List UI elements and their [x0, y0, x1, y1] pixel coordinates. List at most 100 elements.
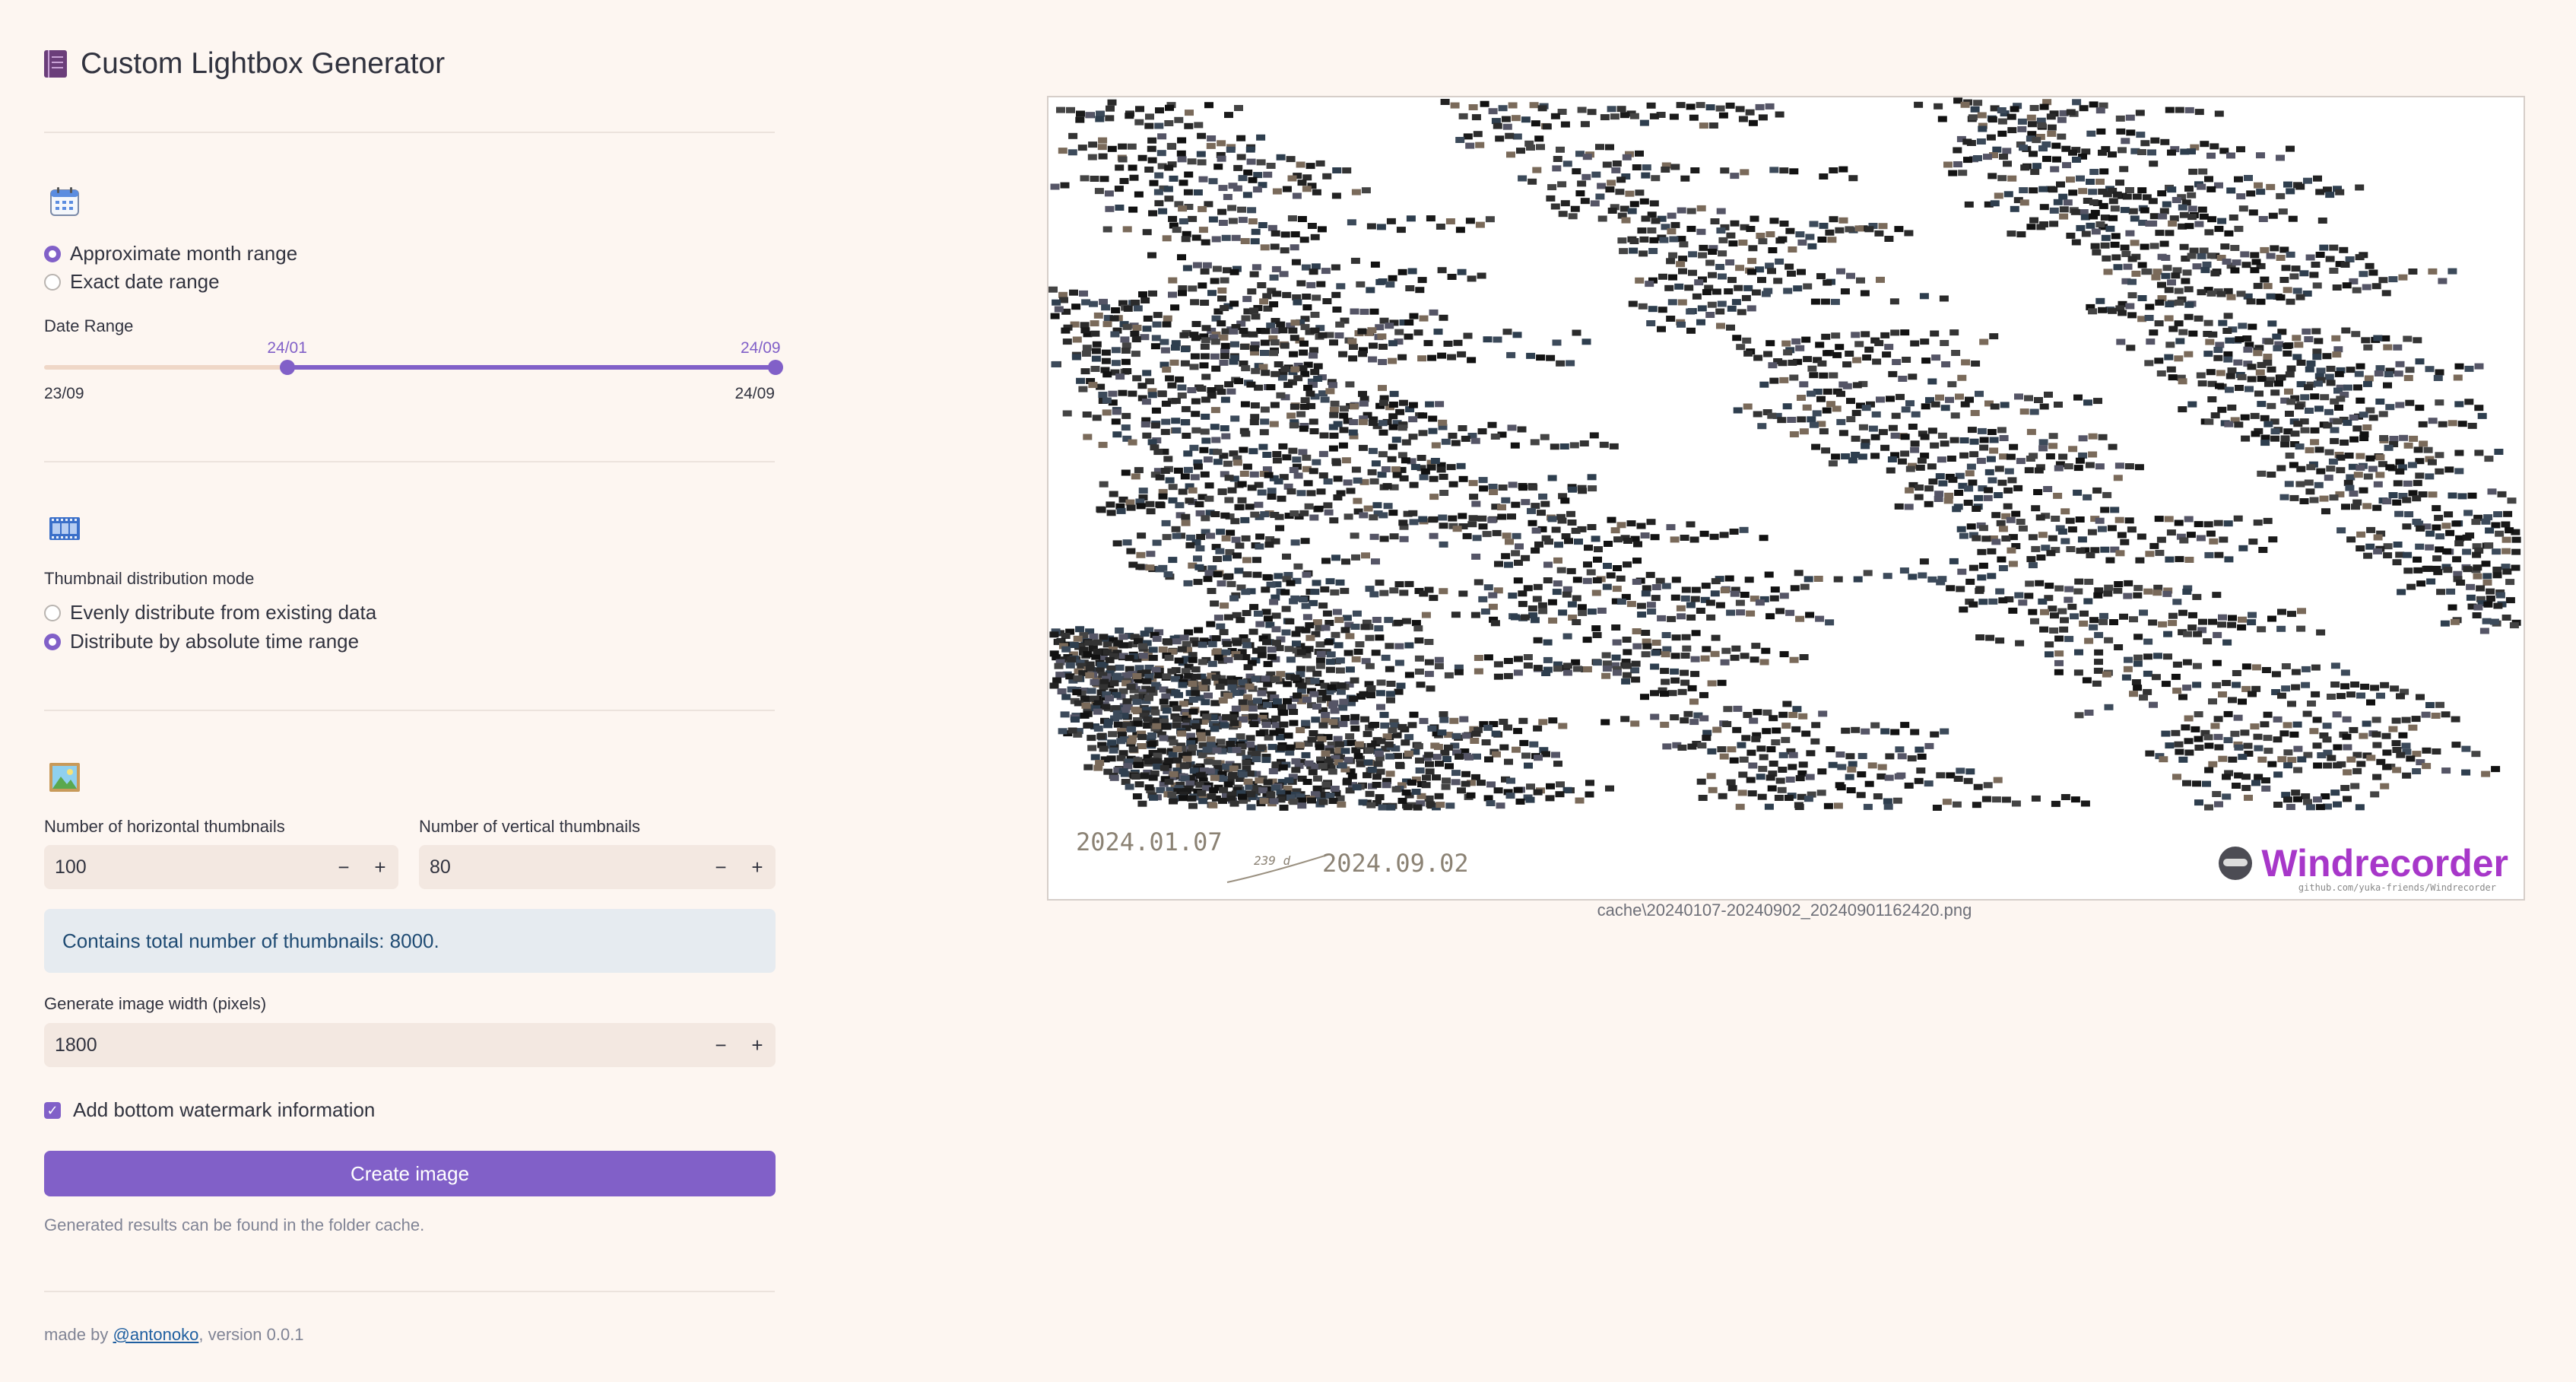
thumbnail-tile [1749, 717, 1759, 724]
thumbnail-tile [1272, 457, 1282, 464]
thumbnail-tile [2112, 191, 2122, 198]
thumbnail-tile [1068, 132, 1078, 139]
thumbnail-tile [2099, 612, 2108, 619]
horizontal-thumbnails-value[interactable]: 100 [44, 856, 325, 878]
radio-absolute-time[interactable]: Distribute by absolute time range [44, 630, 359, 653]
thumbnail-tile [2202, 261, 2212, 268]
thumbnail-tile [1972, 802, 1981, 809]
watermark-checkbox[interactable]: ✓ Add bottom watermark information [44, 1098, 375, 1122]
radio-evenly-distribute[interactable]: Evenly distribute from existing data [44, 601, 376, 624]
thumbnail-tile [2182, 780, 2191, 786]
thumbnail-tile [2263, 711, 2273, 718]
thumbnail-tile [1578, 488, 1588, 494]
thumbnail-tile [1658, 307, 1667, 313]
decrement-button[interactable]: − [703, 1034, 739, 1057]
thumbnail-tile [2311, 691, 2321, 697]
thumbnail-tile [2334, 370, 2344, 377]
thumbnail-tile [1838, 166, 1848, 173]
thumbnail-tile [1250, 511, 1260, 518]
radio-approximate-month[interactable]: Approximate month range [44, 242, 297, 265]
thumbnail-tile [1445, 218, 1455, 224]
thumbnail-tile [1439, 716, 1449, 723]
thumbnail-tile [1730, 220, 1740, 227]
thumbnail-tile [1831, 332, 1841, 339]
thumbnail-tile [2074, 712, 2084, 719]
thumbnail-tile [1468, 104, 1478, 110]
thumbnail-tile [1791, 338, 1801, 345]
thumbnail-tile [2391, 740, 2401, 747]
thumbnail-tile [1503, 672, 1513, 679]
thumbnail-tile [1413, 625, 1423, 632]
thumbnail-tile [1447, 274, 1457, 280]
thumbnail-tile [2288, 215, 2298, 222]
thumbnail-tile [1270, 512, 1280, 518]
thumbnail-tile [1325, 388, 1335, 395]
decrement-button[interactable]: − [325, 856, 362, 879]
date-range-start-handle[interactable] [280, 360, 296, 375]
thumbnail-tile [1768, 362, 1778, 369]
thumbnail-tile [1316, 488, 1326, 495]
thumbnail-tile [2019, 408, 2029, 415]
thumbnail-tile [1908, 424, 1918, 430]
thumbnail-tile [1510, 614, 1520, 621]
vertical-thumbnails-value[interactable]: 80 [419, 856, 703, 878]
thumbnail-tile [2463, 566, 2473, 573]
thumbnail-tile [2503, 510, 2513, 517]
thumbnail-tile [1203, 576, 1213, 583]
thumbnail-tile [1261, 675, 1271, 682]
thumbnail-tile [1085, 672, 1095, 678]
thumbnail-tile [1378, 385, 1387, 392]
thumbnail-tile [1562, 591, 1572, 598]
radio-exact-date[interactable]: Exact date range [44, 270, 220, 294]
thumbnail-tile [1640, 532, 1650, 539]
thumbnail-tile [2351, 331, 2361, 338]
thumbnail-tile [2382, 764, 2392, 770]
create-image-button[interactable]: Create image [44, 1151, 776, 1196]
increment-button[interactable]: + [362, 856, 398, 879]
thumbnail-tile [1727, 277, 1737, 284]
thumbnail-tile [1513, 656, 1523, 662]
thumbnail-tile [2244, 175, 2253, 181]
thumbnail-tile [1732, 726, 1742, 733]
increment-button[interactable]: + [739, 856, 776, 879]
vertical-thumbnails-input[interactable]: 80 − + [419, 845, 776, 889]
thumbnail-tile [1169, 175, 1179, 182]
thumbnail-tile [1810, 738, 1820, 745]
thumbnail-tile [1272, 188, 1282, 195]
thumbnail-tile [2382, 749, 2392, 756]
horizontal-thumbnails-input[interactable]: 100 − + [44, 845, 398, 889]
thumbnail-tile [2091, 228, 2101, 235]
date-range-end-value: 24/09 [741, 339, 781, 357]
thumbnail-tile [2501, 548, 2511, 554]
thumbnail-tile [1764, 803, 1774, 810]
image-width-input[interactable]: 1800 − + [44, 1023, 776, 1067]
thumbnail-tile [1347, 773, 1357, 780]
thumbnail-tile [1870, 453, 1880, 459]
thumbnail-tile [2441, 523, 2451, 529]
thumbnail-tile [2188, 168, 2198, 175]
increment-button[interactable]: + [739, 1034, 776, 1057]
thumbnail-tile [1077, 145, 1087, 151]
thumbnail-tile [1102, 397, 1112, 404]
thumbnail-tile [1639, 198, 1649, 205]
thumbnail-tile [1421, 782, 1431, 789]
thumbnail-tile [2124, 463, 2134, 469]
thumbnail-tile [1836, 784, 1846, 791]
image-width-value[interactable]: 1800 [44, 1034, 703, 1056]
thumbnail-tile [2343, 744, 2352, 751]
thumbnail-tile [1334, 332, 1344, 338]
thumbnail-tile [1880, 332, 1890, 338]
decrement-button[interactable]: − [703, 856, 739, 879]
thumbnail-tile [1250, 402, 1260, 408]
thumbnail-tile [1341, 558, 1350, 565]
thumbnail-tile [1467, 275, 1477, 282]
thumbnail-tile [2310, 393, 2320, 400]
author-link[interactable]: @antonoko [113, 1325, 199, 1344]
date-range-end-handle[interactable] [768, 360, 783, 375]
thumbnail-tile [1072, 336, 1082, 343]
thumbnail-tile [1375, 278, 1385, 285]
thumbnail-tile [1606, 572, 1616, 579]
thumbnail-tile [2356, 453, 2365, 459]
thumbnail-tile [2024, 593, 2034, 599]
thumbnail-tile [1181, 513, 1191, 520]
